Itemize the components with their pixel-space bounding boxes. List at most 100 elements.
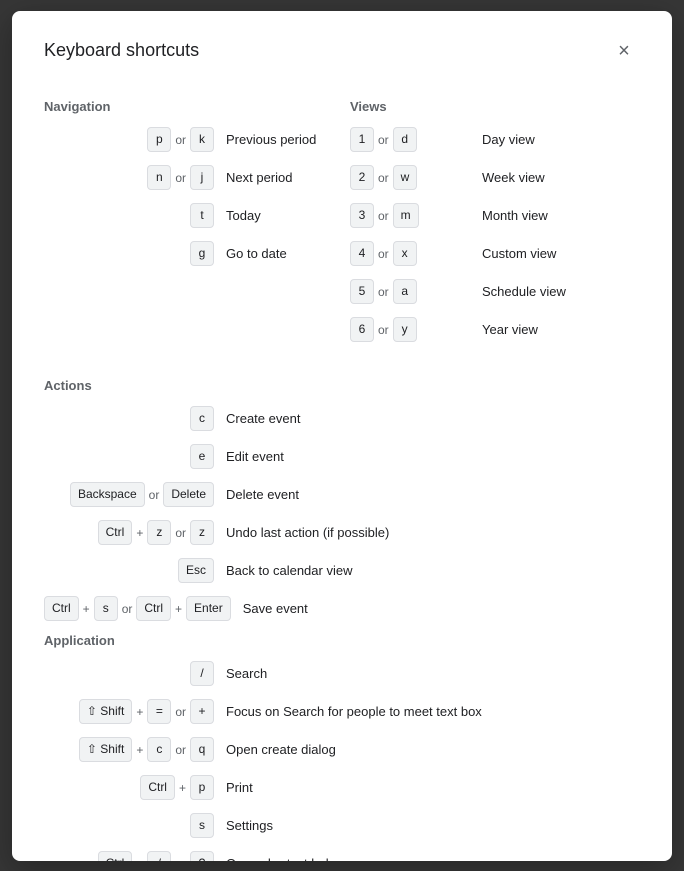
key-w: w (393, 165, 418, 190)
sep-or: or (175, 705, 186, 719)
shortcut-back-calendar: Esc Back to calendar view (44, 557, 640, 585)
key-d: d (393, 127, 417, 152)
key-s: s (94, 596, 118, 621)
key-p: p (147, 127, 171, 152)
key-backspace: Backspace (70, 482, 145, 507)
shortcut-previous-period: p or k Previous period (44, 126, 334, 154)
key-1: 1 (350, 127, 374, 152)
navigation-title: Navigation (44, 99, 334, 114)
shortcut-keys: Esc (44, 558, 214, 583)
desc-edit-event: Edit event (226, 449, 284, 464)
desc-next-period: Next period (226, 170, 292, 185)
shortcut-open-create: ⇧ Shift + c or q Open create dialog (44, 736, 640, 764)
key-shift2: ⇧ Shift (79, 737, 132, 762)
sep-plus: + (136, 857, 143, 861)
key-g: g (190, 241, 214, 266)
shortcut-week-view: 2 or w Week view (350, 164, 640, 192)
key-ctrl4: Ctrl (140, 775, 175, 800)
shortcut-keys: 4 or x (350, 241, 470, 266)
key-a: a (393, 279, 417, 304)
desc-week-view: Week view (482, 170, 545, 185)
sep-plus: + (179, 781, 186, 795)
desc-schedule-view: Schedule view (482, 284, 566, 299)
desc-previous-period: Previous period (226, 132, 316, 147)
shortcut-keys: ⇧ Shift + = or + (44, 699, 214, 724)
key-c2: c (147, 737, 171, 762)
key-slash: / (190, 661, 214, 686)
key-t: t (190, 203, 214, 228)
desc-settings: Settings (226, 818, 273, 833)
desc-search: Search (226, 666, 267, 681)
desc-save-event: Save event (243, 601, 308, 616)
key-y: y (393, 317, 417, 342)
shortcut-keys: Ctrl + z or z (44, 520, 214, 545)
shortcut-settings: s Settings (44, 812, 640, 840)
key-z2: z (190, 520, 214, 545)
key-ctrl: Ctrl (98, 520, 133, 545)
key-n: n (147, 165, 171, 190)
desc-year-view: Year view (482, 322, 538, 337)
navigation-section: Navigation p or k Previous period n or j (44, 91, 334, 354)
desc-custom-view: Custom view (482, 246, 556, 261)
sep-plus: + (83, 602, 90, 616)
shortcut-keys: p or k (44, 127, 214, 152)
key-m: m (393, 203, 419, 228)
shortcut-keys: Backspace or Delete (44, 482, 214, 507)
key-2: 2 (350, 165, 374, 190)
shortcut-keys: / (44, 661, 214, 686)
desc-back-calendar: Back to calendar view (226, 563, 352, 578)
close-button[interactable]: × (608, 35, 640, 67)
key-shift: ⇧ Shift (79, 699, 132, 724)
key-question: ? (190, 851, 214, 861)
desc-undo: Undo last action (if possible) (226, 525, 389, 540)
desc-open-help: Open shortcut help (226, 856, 336, 861)
desc-delete-event: Delete event (226, 487, 299, 502)
shortcut-keys: 3 or m (350, 203, 470, 228)
key-ctrl2: Ctrl (44, 596, 79, 621)
shortcut-delete-event: Backspace or Delete Delete event (44, 481, 640, 509)
desc-month-view: Month view (482, 208, 548, 223)
key-q: q (190, 737, 214, 762)
key-ctrl3: Ctrl (136, 596, 171, 621)
key-k: k (190, 127, 214, 152)
shortcut-custom-view: 4 or x Custom view (350, 240, 640, 268)
modal-title: Keyboard shortcuts (44, 40, 199, 61)
key-5: 5 (350, 279, 374, 304)
shortcut-undo: Ctrl + z or z Undo last action (if possi… (44, 519, 640, 547)
shortcut-search: / Search (44, 660, 640, 688)
sep-or: or (175, 133, 186, 147)
shortcut-today: t Today (44, 202, 334, 230)
shortcut-edit-event: e Edit event (44, 443, 640, 471)
keyboard-shortcuts-modal: Keyboard shortcuts × Navigation p or k P… (12, 11, 672, 861)
key-3: 3 (350, 203, 374, 228)
key-enter: Enter (186, 596, 231, 621)
shortcut-keys: 1 or d (350, 127, 470, 152)
shortcut-keys: s (44, 813, 214, 838)
application-title: Application (44, 633, 640, 648)
key-plus: + (190, 699, 214, 724)
shortcut-keys: e (44, 444, 214, 469)
shortcut-open-help: Ctrl + / or ? Open shortcut help (44, 850, 640, 861)
modal-header: Keyboard shortcuts × (44, 35, 640, 67)
key-c: c (190, 406, 214, 431)
key-p: p (190, 775, 214, 800)
shortcut-keys: ⇧ Shift + c or q (44, 737, 214, 762)
key-e: e (190, 444, 214, 469)
sep-or: or (175, 743, 186, 757)
desc-day-view: Day view (482, 132, 535, 147)
key-delete: Delete (163, 482, 214, 507)
sep-or: or (175, 171, 186, 185)
key-z: z (147, 520, 171, 545)
sep-or: or (122, 602, 133, 616)
shortcut-schedule-view: 5 or a Schedule view (350, 278, 640, 306)
application-section: Application / Search ⇧ Shift + = or + Fo… (44, 633, 640, 861)
desc-create-event: Create event (226, 411, 300, 426)
sep-or: or (378, 285, 389, 299)
shortcut-year-view: 6 or y Year view (350, 316, 640, 344)
key-slash2: / (147, 851, 171, 861)
shortcut-print: Ctrl + p Print (44, 774, 640, 802)
shortcut-keys: g (44, 241, 214, 266)
shortcut-next-period: n or j Next period (44, 164, 334, 192)
sep-or: or (175, 857, 186, 861)
shortcut-day-view: 1 or d Day view (350, 126, 640, 154)
